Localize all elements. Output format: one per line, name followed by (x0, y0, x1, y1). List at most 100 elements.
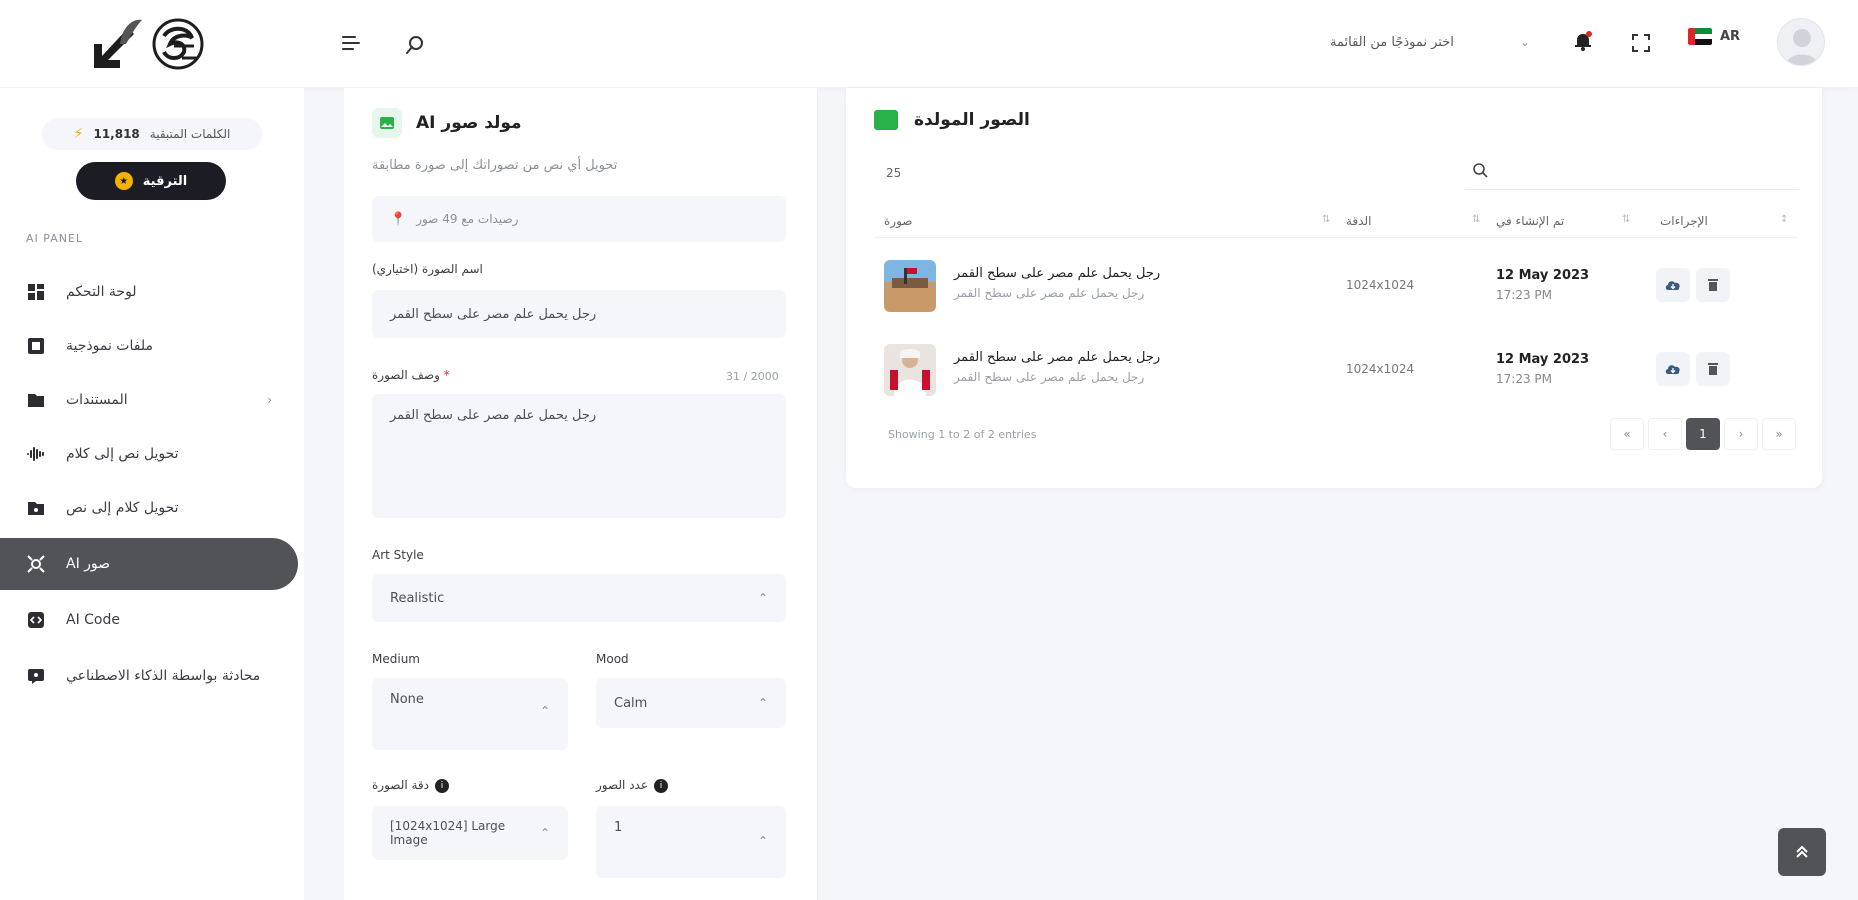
model-select[interactable]: اختر نموذجًا من القائمة ⌄ (1320, 24, 1540, 60)
form-subtitle: تحويل أي نص من تصوراتك إلى صورة مطابقة (372, 158, 618, 173)
column-created[interactable]: تم الإنشاء في (1496, 214, 1564, 228)
sidebar-item-text-to-speech[interactable]: تحويل نص إلى كلام (0, 428, 298, 480)
sort-icon[interactable]: ⇅ (1622, 214, 1630, 225)
remaining-images-box: 📍 رصيدات مع 49 صور (372, 196, 786, 242)
chat-icon (26, 666, 46, 686)
sidebar-item-speech-to-text[interactable]: تحويل كلام إلى نص (0, 482, 298, 534)
image-description: رجل يحمل علم مصر على سطح القمر (954, 370, 1145, 384)
art-style-label: Art Style (372, 548, 424, 562)
column-image[interactable]: صورة (884, 214, 912, 228)
language-code: AR (1720, 29, 1741, 44)
results-title: الصور المولدة (914, 110, 1030, 130)
image-count-select[interactable]: 1 ⌃ (596, 806, 786, 878)
sidebar-item-ai-images[interactable]: AI صور (0, 538, 298, 590)
resolution-value: [1024x1024] Large Image (390, 819, 506, 847)
mood-select[interactable]: Calm ⌃ (596, 678, 786, 728)
sidebar-item-label: تحويل كلام إلى نص (66, 500, 179, 516)
download-button[interactable] (1656, 352, 1690, 386)
chevron-down-icon: ⌄ (1519, 35, 1530, 49)
resolution-label: دقة الصورة i (372, 778, 450, 793)
first-page-button[interactable]: « (1610, 418, 1644, 450)
page-size-select[interactable]: 25 (886, 160, 926, 186)
sidebar-item-label: محادثة بواسطة الذكاء الاصطناعي (66, 668, 261, 684)
next-page-button[interactable]: › (1724, 418, 1758, 450)
image-generator-form: AI مولد صور تحويل أي نص من تصوراتك إلى ص… (344, 88, 818, 900)
download-button[interactable] (1656, 268, 1690, 302)
sort-icon[interactable]: ⇅ (1322, 214, 1330, 225)
art-style-select[interactable]: Realistic ⌃ (372, 574, 786, 622)
created-time: 17:23 PM (1496, 372, 1552, 386)
table-row: رجل يحمل علم مصر على سطح القمر رجل يحمل … (874, 244, 1798, 328)
image-name-label: اسم الصورة (اختياري) (372, 262, 483, 276)
mood-value: Calm (614, 695, 648, 711)
prev-page-button[interactable]: ‹ (1648, 418, 1682, 450)
image-name-input[interactable]: رجل يحمل علم مصر على سطح القمر (372, 290, 786, 338)
resolution-select[interactable]: [1024x1024] Large Image ⌃ (372, 806, 568, 860)
medium-label: Medium (372, 652, 420, 666)
documents-icon (26, 390, 46, 410)
image-description-textarea[interactable]: رجل يحمل علم مصر على سطح القمر (372, 394, 786, 518)
bell-icon[interactable] (1568, 26, 1598, 56)
sidebar-item-templates[interactable]: ملفات نموذجية (0, 320, 298, 372)
info-icon[interactable]: i (435, 778, 450, 793)
chevron-up-icon: ⌃ (539, 826, 550, 840)
sidebar-item-documents[interactable]: المستندات › (0, 374, 298, 426)
sidebar-item-label: ملفات نموذجية (66, 338, 153, 354)
created-date: 12 May 2023 (1496, 268, 1590, 283)
credits-label: الكلمات المتبقية (149, 127, 231, 141)
code-icon (26, 610, 46, 630)
table-header: صورة ⇅ الدقة ⇅ تم الإنشاء في ⇅ الإجراءات… (874, 204, 1798, 238)
info-icon[interactable]: i (654, 778, 669, 793)
user-avatar[interactable] (1777, 18, 1825, 66)
column-resolution[interactable]: الدقة (1346, 214, 1371, 228)
last-page-button[interactable]: » (1762, 418, 1796, 450)
table-search-input[interactable] (1466, 154, 1798, 190)
count-label-text: عدد الصور (596, 778, 649, 792)
image-count-value: 1 (614, 820, 623, 835)
sidebar-item-dashboard[interactable]: لوحة التحكم (0, 266, 298, 318)
medium-select[interactable]: None ⌃ (372, 678, 568, 750)
voice-icon (26, 444, 46, 464)
pagination: « ‹ 1 › » (1610, 418, 1796, 450)
form-header: AI مولد صور (372, 108, 522, 138)
image-resolution: 1024x1024 (1346, 278, 1415, 292)
remaining-images-text: رصيدات مع 49 صور (416, 212, 519, 226)
image-count-label: عدد الصور i (596, 778, 669, 793)
upgrade-button[interactable]: ★ الترقية (76, 162, 226, 200)
results-header: الصور المولدة (874, 110, 1030, 130)
menu-icon[interactable] (336, 28, 366, 58)
search-icon[interactable] (400, 30, 430, 60)
sort-icon[interactable]: ↕ (1780, 214, 1788, 225)
resolution-label-text: دقة الصورة (372, 778, 430, 792)
upgrade-label: الترقية (142, 173, 188, 189)
form-title: AI مولد صور (416, 113, 522, 133)
app-logo[interactable] (90, 14, 214, 74)
image-thumbnail[interactable] (884, 344, 936, 396)
image-description-label: وصف الصورة * (372, 368, 450, 382)
top-bar: اختر نموذجًا من القائمة ⌄ AR (0, 0, 1858, 88)
sort-icon[interactable]: ⇅ (1472, 214, 1480, 225)
delete-button[interactable] (1696, 268, 1730, 302)
sidebar-item-ai-chat[interactable]: محادثة بواسطة الذكاء الاصطناعي (0, 650, 298, 702)
language-switcher[interactable]: AR (1688, 28, 1740, 45)
ai-image-icon (26, 554, 46, 574)
pin-icon: 📍 (390, 211, 407, 227)
sidebar-item-label: تحويل نص إلى كلام (66, 446, 179, 462)
description-counter: 31 / 2000 (726, 370, 779, 383)
scroll-to-top-button[interactable] (1778, 828, 1826, 876)
double-chevron-up-icon (1796, 845, 1808, 858)
delete-button[interactable] (1696, 352, 1730, 386)
sidebar-section-label: AI PANEL (26, 232, 84, 245)
speech-to-text-icon (26, 498, 46, 518)
coin-icon: ★ (114, 172, 133, 190)
chevron-right-icon: › (267, 393, 272, 407)
image-thumbnail[interactable] (884, 260, 936, 312)
fullscreen-icon[interactable] (1626, 28, 1656, 58)
credits-badge: ⚡ 11,818 الكلمات المتبقية (42, 118, 262, 150)
chevron-up-icon: ⌃ (757, 834, 768, 848)
chevron-up-icon: ⌃ (757, 591, 768, 605)
sidebar-item-ai-code[interactable]: AI Code (0, 594, 298, 646)
page-button[interactable]: 1 (1686, 418, 1720, 450)
sidebar-item-label: لوحة التحكم (66, 284, 137, 300)
image-resolution: 1024x1024 (1346, 362, 1415, 376)
